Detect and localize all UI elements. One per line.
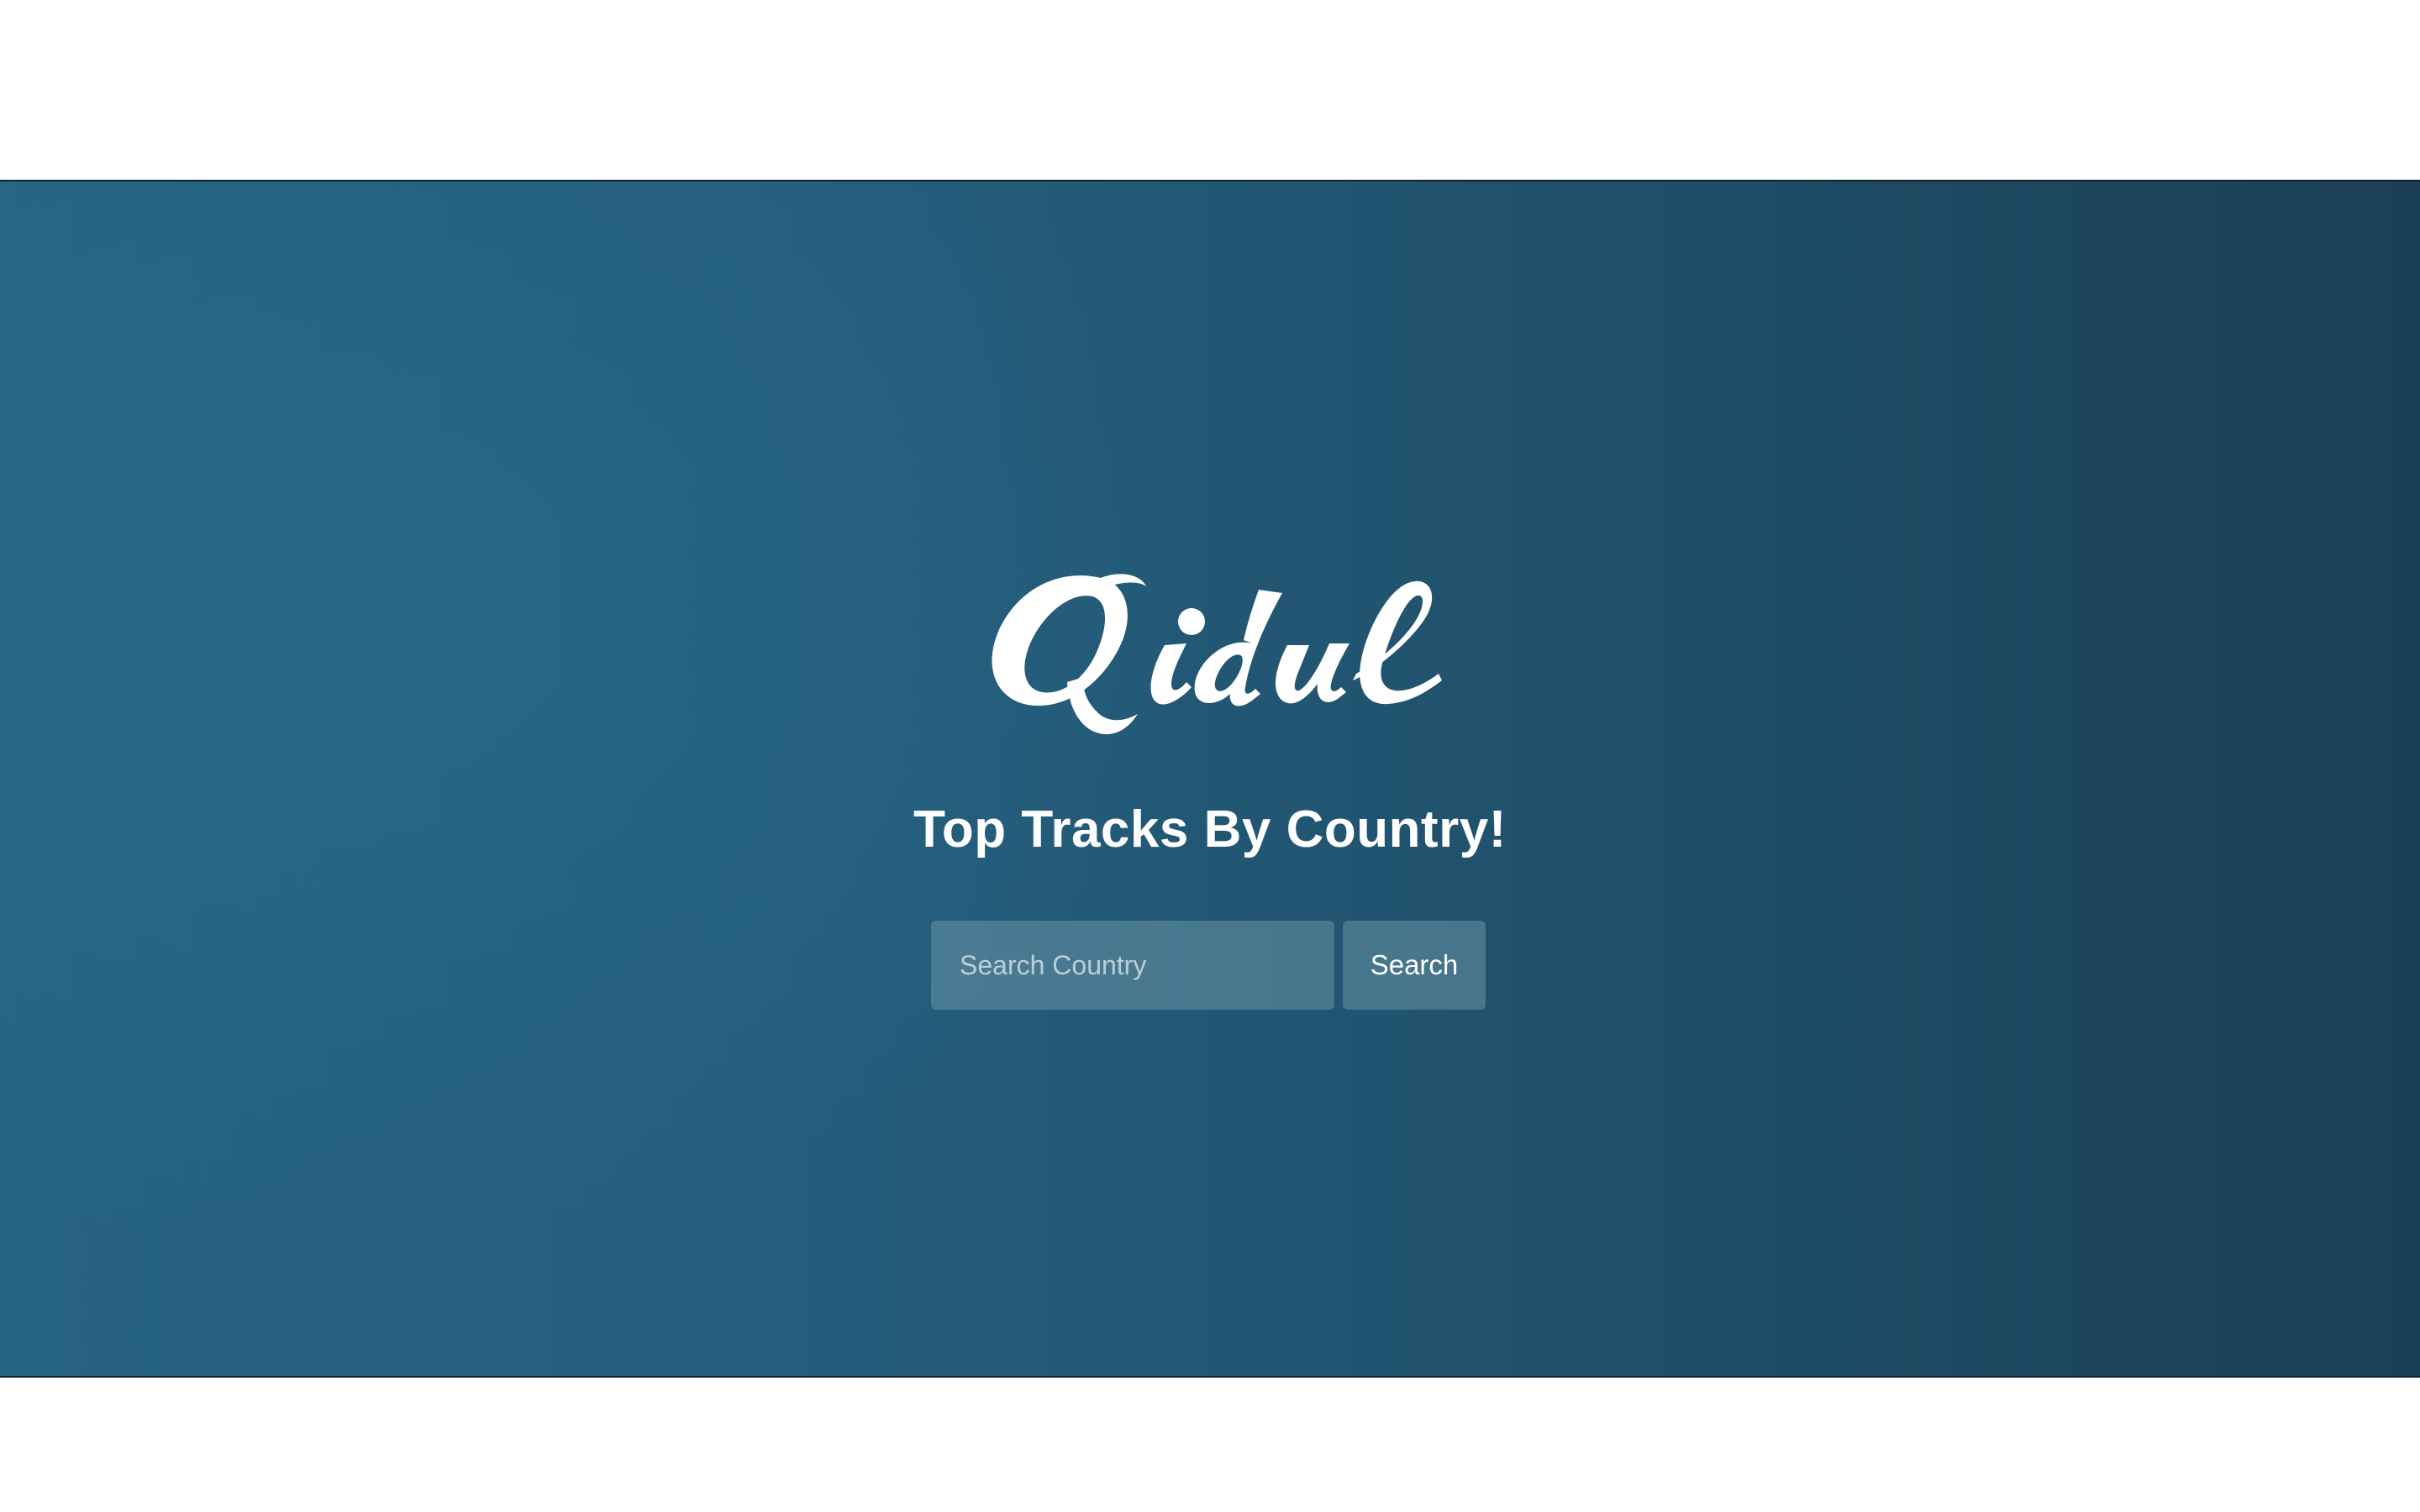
- page-tagline: Top Tracks By Country!: [913, 801, 1507, 858]
- hero-banner: Top Tracks By Country! Search: [0, 180, 2420, 1378]
- brand-logo-wordmark: [992, 574, 1442, 735]
- search-bar: Search: [931, 921, 1486, 1010]
- page: Top Tracks By Country! Search: [0, 0, 2420, 1512]
- search-button[interactable]: Search: [1343, 921, 1486, 1010]
- country-search-input[interactable]: [931, 921, 1334, 1010]
- brand-logo: [975, 556, 1462, 774]
